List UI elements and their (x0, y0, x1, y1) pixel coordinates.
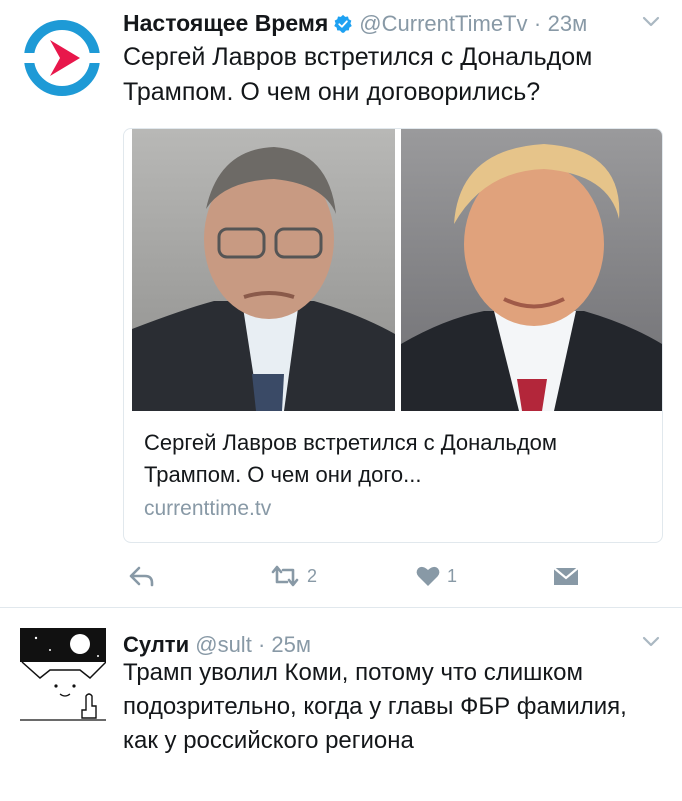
card-title: Сергей Лавров встретился с Дональдом Тра… (144, 430, 558, 487)
tweet-sulti[interactable]: Султи @sult · 25м Трамп уволил Коми, пот… (0, 607, 682, 801)
display-name[interactable]: Настоящее Время (123, 10, 328, 36)
direct-message-button[interactable] (553, 560, 579, 592)
tweet-header: Настоящее Время @CurrentTimeTv · 23м (123, 6, 662, 40)
avatar-sulti[interactable] (20, 628, 106, 724)
tweet-current-time[interactable]: Настоящее Время @CurrentTimeTv · 23м Сер… (0, 0, 682, 607)
verified-badge-icon (334, 14, 353, 33)
timestamp[interactable]: 25м (271, 632, 311, 657)
display-name[interactable]: Султи (123, 632, 189, 657)
tweet-actions: 2 1 (123, 560, 583, 592)
separator-dot: · (257, 632, 266, 657)
retweet-button[interactable]: 2 (269, 560, 317, 592)
avatar-current-time[interactable] (22, 18, 102, 98)
like-count: 1 (447, 565, 458, 586)
reply-icon (129, 566, 154, 587)
retweet-count: 2 (307, 565, 318, 586)
retweet-icon (271, 565, 299, 587)
chevron-down-icon[interactable] (640, 10, 662, 32)
separator-dot: · (533, 11, 542, 36)
handle[interactable]: @sult (195, 632, 252, 657)
card-domain: currenttime.tv (144, 497, 272, 520)
direct-message-icon (553, 567, 579, 585)
heart-icon (416, 566, 440, 586)
like-button[interactable]: 1 (415, 560, 457, 592)
link-card[interactable]: Сергей Лавров встретился с Дональдом Тра… (123, 128, 663, 543)
tweet-text: Сергей Лавров встретился с Дональдом Тра… (123, 43, 593, 106)
handle[interactable]: @CurrentTimeTv (359, 11, 527, 36)
card-image-two-portraits (132, 129, 662, 411)
current-time-logo-icon (22, 20, 102, 96)
chevron-down-icon[interactable] (640, 630, 662, 652)
timestamp[interactable]: 23м (548, 11, 588, 36)
cat-moon-drawing-icon (20, 628, 106, 721)
tweet-text: Трамп уволил Коми, потому что слишком по… (123, 659, 627, 754)
reply-button[interactable] (129, 560, 155, 592)
